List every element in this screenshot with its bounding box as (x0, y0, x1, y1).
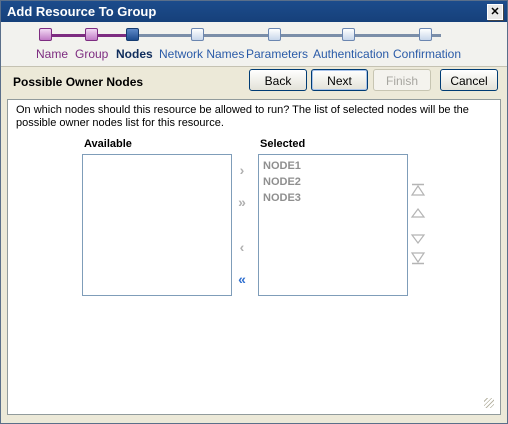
title-bar[interactable]: Add Resource To Group ✕ (1, 1, 507, 22)
step-confirmation[interactable]: Confirmation (393, 47, 461, 61)
selected-list[interactable]: NODE1 NODE2 NODE3 (258, 154, 408, 296)
selected-label: Selected (260, 138, 306, 150)
step-name[interactable]: Name (36, 47, 68, 61)
step-nodes[interactable]: Nodes (116, 47, 153, 61)
step-group[interactable]: Group (75, 47, 108, 61)
remove-arrow-icon[interactable]: ‹ (232, 238, 252, 256)
add-arrow-icon[interactable]: › (232, 161, 252, 179)
remove-all-arrow-icon[interactable]: « (232, 270, 252, 288)
instruction-text: On which nodes should this resource be a… (16, 104, 469, 129)
dialog-window: Add Resource To Group ✕ Name Group Nodes… (0, 0, 508, 424)
step-parameters[interactable]: Parameters (246, 47, 308, 61)
move-down-icon[interactable] (410, 232, 426, 246)
available-list[interactable] (82, 154, 232, 296)
step-authentication[interactable]: Authentication (313, 47, 389, 61)
wizard-track (41, 34, 441, 37)
move-up-icon[interactable] (410, 206, 426, 220)
wizard-steps: Name Group Nodes Network Names Parameter… (1, 22, 507, 66)
page-title: Possible Owner Nodes (13, 75, 144, 89)
finish-button: Finish (373, 69, 431, 91)
header-divider (1, 66, 507, 67)
move-bottom-icon[interactable] (410, 251, 426, 265)
step-name-dot-icon (39, 28, 52, 41)
next-button[interactable]: Next (311, 69, 368, 91)
step-network-names[interactable]: Network Names (159, 47, 244, 61)
add-all-arrow-icon[interactable]: » (232, 193, 252, 211)
back-button[interactable]: Back (249, 69, 307, 91)
resize-grip-icon[interactable] (484, 398, 494, 408)
close-button[interactable]: ✕ (487, 4, 503, 20)
available-label: Available (84, 138, 132, 150)
step-nodes-dot-icon (126, 28, 139, 41)
step-network-names-dot-icon (191, 28, 204, 41)
cancel-button[interactable]: Cancel (440, 69, 498, 91)
selected-item-node2[interactable]: NODE2 (259, 174, 407, 190)
move-top-icon[interactable] (410, 183, 426, 197)
content-panel: On which nodes should this resource be a… (7, 99, 501, 415)
selected-item-node3[interactable]: NODE3 (259, 190, 407, 206)
window-title: Add Resource To Group (7, 4, 157, 19)
step-group-dot-icon (85, 28, 98, 41)
step-authentication-dot-icon (342, 28, 355, 41)
selected-item-node1[interactable]: NODE1 (259, 158, 407, 174)
step-confirmation-dot-icon (419, 28, 432, 41)
step-parameters-dot-icon (268, 28, 281, 41)
